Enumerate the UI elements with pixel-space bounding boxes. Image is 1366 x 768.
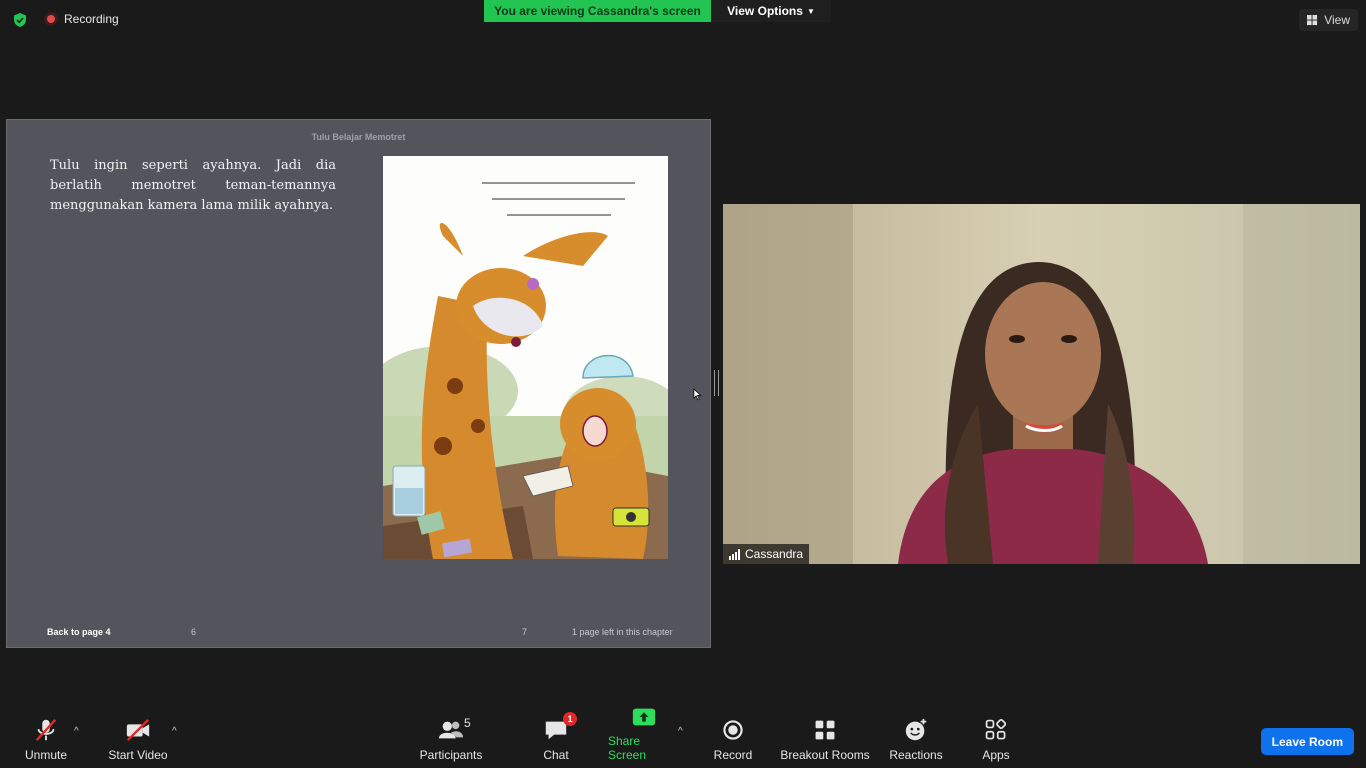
grid-view-icon bbox=[1307, 14, 1318, 25]
breakout-rooms-button[interactable]: Breakout Rooms bbox=[780, 712, 870, 768]
panel-resize-handle[interactable] bbox=[714, 370, 719, 396]
unmute-button[interactable]: Unmute bbox=[18, 712, 74, 768]
participant-video-tile[interactable]: Cassandra bbox=[723, 204, 1360, 564]
breakout-rooms-label: Breakout Rooms bbox=[780, 748, 870, 762]
chevron-down-icon: ▼ bbox=[806, 6, 815, 16]
apps-label: Apps bbox=[982, 748, 1010, 762]
chat-label: Chat bbox=[543, 748, 569, 762]
participants-count: 5 bbox=[464, 716, 471, 730]
reactions-label: Reactions bbox=[889, 748, 943, 762]
mouse-pointer-icon bbox=[693, 388, 702, 401]
audio-options-chevron-icon[interactable]: ^ bbox=[74, 726, 79, 737]
participant-name-tag: Cassandra bbox=[723, 544, 810, 564]
share-screen-icon bbox=[631, 704, 657, 730]
chat-button[interactable]: 1 Chat bbox=[536, 712, 577, 768]
record-button[interactable]: Record bbox=[712, 712, 754, 768]
breakout-rooms-icon bbox=[813, 716, 837, 744]
participants-icon: 5 bbox=[438, 716, 471, 744]
security-shield-icon[interactable] bbox=[12, 12, 28, 28]
video-options-chevron-icon[interactable]: ^ bbox=[172, 726, 177, 737]
share-options-chevron-icon[interactable]: ^ bbox=[678, 726, 683, 737]
recording-dot-icon bbox=[44, 12, 58, 26]
view-options-button[interactable]: View Options ▼ bbox=[711, 0, 831, 22]
participant-name: Cassandra bbox=[745, 547, 804, 561]
apps-button[interactable]: Apps bbox=[978, 712, 1014, 768]
reactions-button[interactable]: Reactions bbox=[888, 712, 944, 768]
start-video-button[interactable]: Start Video bbox=[104, 712, 172, 768]
shared-screen[interactable]: Tulu Belajar Memotret Tulu ingin seperti… bbox=[6, 119, 711, 648]
signal-strength-icon bbox=[729, 548, 740, 560]
left-page-number: 6 bbox=[191, 627, 197, 637]
smiley-add-icon bbox=[903, 716, 929, 744]
share-screen-button[interactable]: Share Screen bbox=[608, 708, 680, 768]
leave-room-button[interactable]: Leave Room bbox=[1260, 728, 1354, 755]
participant-video-frame bbox=[723, 204, 1360, 564]
start-video-label: Start Video bbox=[108, 748, 168, 762]
recording-label: Recording bbox=[64, 12, 119, 26]
chat-unread-badge: 1 bbox=[563, 712, 577, 726]
apps-icon bbox=[984, 716, 1008, 744]
viewing-screen-text: You are viewing Cassandra's screen bbox=[484, 0, 711, 22]
book-title: Tulu Belajar Memotret bbox=[311, 132, 406, 142]
record-label: Record bbox=[713, 748, 753, 762]
chat-bubble-icon: 1 bbox=[543, 712, 577, 744]
view-button[interactable]: View bbox=[1299, 9, 1358, 31]
participants-label: Participants bbox=[419, 748, 483, 762]
right-page-number: 7 bbox=[522, 627, 528, 637]
screen-share-banner: You are viewing Cassandra's screen View … bbox=[484, 0, 831, 22]
muted-microphone-icon bbox=[33, 716, 59, 744]
back-to-page-link[interactable]: Back to page 4 bbox=[47, 627, 111, 637]
pages-left-text: 1 page left in this chapter bbox=[572, 627, 673, 637]
video-off-icon bbox=[124, 716, 152, 744]
record-icon bbox=[721, 716, 745, 744]
participants-button[interactable]: 5 Participants bbox=[418, 712, 484, 768]
book-illustration bbox=[383, 156, 668, 559]
book-body-text: Tulu ingin seperti ayahnya. Jadi dia ber… bbox=[50, 158, 336, 213]
unmute-label: Unmute bbox=[24, 748, 68, 762]
recording-indicator[interactable]: Recording bbox=[44, 12, 119, 26]
view-options-label: View Options bbox=[727, 4, 803, 18]
meeting-toolbar: Unmute ^ Start Video ^ 5 Participants 1 … bbox=[0, 708, 1366, 768]
view-label: View bbox=[1324, 13, 1350, 27]
share-screen-label: Share Screen bbox=[608, 734, 647, 762]
